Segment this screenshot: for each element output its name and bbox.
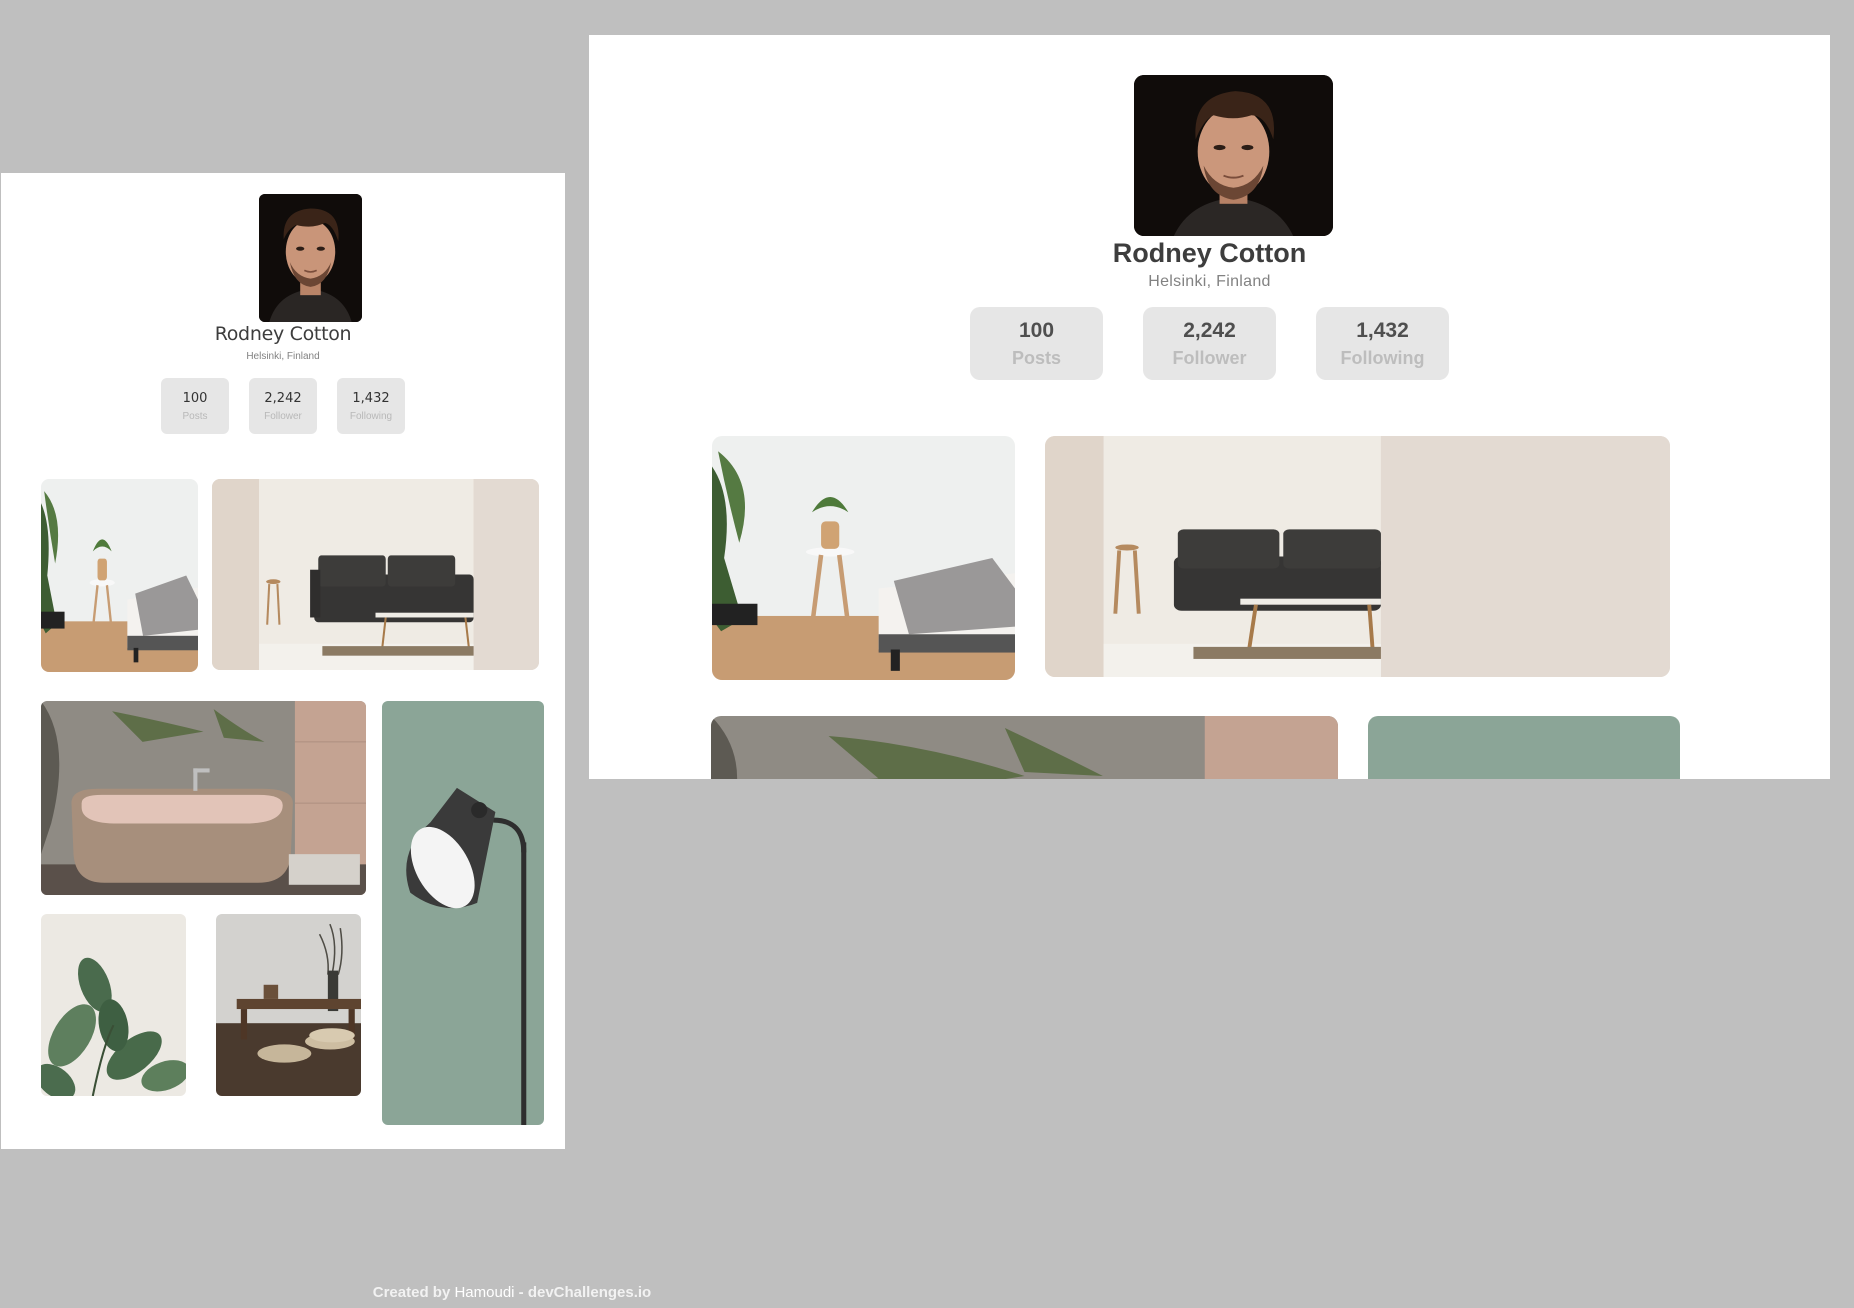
profile-location: Helsinki, Finland (1148, 273, 1271, 290)
stat-label: Posts (182, 410, 208, 422)
stat-followers[interactable]: 2,242 Follower (1143, 307, 1276, 380)
profile-photo-icon (1134, 75, 1333, 236)
stats-row: 100 Posts 2,242 Follower 1,432 Following (589, 307, 1830, 380)
bathtub-photo[interactable] (711, 716, 1338, 779)
stat-followers[interactable]: 2,242 Follower (249, 378, 317, 434)
living-room-image-icon (212, 479, 539, 670)
floor-lamp-image-icon (382, 701, 544, 1125)
stat-posts[interactable]: 100 Posts (161, 378, 229, 434)
profile-name: Rodney Cotton (1112, 238, 1307, 268)
stat-following[interactable]: 1,432 Following (337, 378, 405, 434)
bathtub-photo[interactable] (41, 701, 366, 895)
footer-suffix[interactable]: - devChallenges.io (519, 1284, 652, 1301)
stat-value: 2,242 (264, 390, 302, 406)
bathtub-image-icon (711, 716, 1338, 779)
footer-author-link[interactable]: Hamoudi (454, 1284, 514, 1301)
rubber-plant-photo[interactable] (41, 914, 186, 1096)
floor-lamp-photo[interactable] (382, 701, 544, 1125)
stat-value: 1,432 (352, 390, 390, 406)
avatar[interactable] (259, 194, 362, 322)
mobile-profile-card: Rodney Cotton Helsinki, Finland 100 Post… (1, 173, 565, 1149)
bedroom-plant-photo[interactable] (41, 479, 198, 672)
stat-label: Follower (1172, 347, 1247, 368)
profile-name: Rodney Cotton (214, 323, 352, 345)
stat-label: Following (1340, 347, 1425, 368)
footer-prefix: Created by (372, 1284, 451, 1301)
stat-label: Following (349, 410, 393, 422)
stat-value: 100 (1018, 318, 1055, 342)
stats-row: 100 Posts 2,242 Follower 1,432 Following (1, 378, 565, 434)
bathtub-image-icon (41, 701, 366, 895)
living-room-sofa-photo[interactable] (212, 479, 539, 670)
stat-label: Posts (1011, 347, 1062, 368)
rubber-plant-image-icon (41, 914, 186, 1096)
living-room-sofa-photo[interactable] (1045, 436, 1670, 677)
stat-posts[interactable]: 100 Posts (970, 307, 1103, 380)
stat-value: 2,242 (1183, 318, 1236, 342)
profile-location: Helsinki, Finland (246, 351, 320, 362)
bedroom-plant-image-icon (712, 436, 1015, 680)
desktop-profile-card: Rodney Cotton Helsinki, Finland 100 Post… (589, 35, 1830, 779)
bedroom-plant-image-icon (41, 479, 198, 672)
footer-credit: Created by Hamoudi - devChallenges.io (0, 1284, 1024, 1301)
bench-cushions-photo[interactable] (216, 914, 361, 1096)
stat-label: Follower (264, 410, 302, 422)
stat-value: 1,432 (1356, 318, 1409, 342)
living-room-image-icon (1045, 436, 1670, 677)
floor-lamp-image-icon (1368, 716, 1680, 779)
bedroom-plant-photo[interactable] (712, 436, 1015, 680)
bench-cushions-image-icon (216, 914, 361, 1096)
stat-following[interactable]: 1,432 Following (1316, 307, 1449, 380)
floor-lamp-photo[interactable] (1368, 716, 1680, 779)
profile-photo-icon (259, 194, 362, 322)
stat-value: 100 (182, 390, 208, 406)
avatar[interactable] (1134, 75, 1333, 236)
